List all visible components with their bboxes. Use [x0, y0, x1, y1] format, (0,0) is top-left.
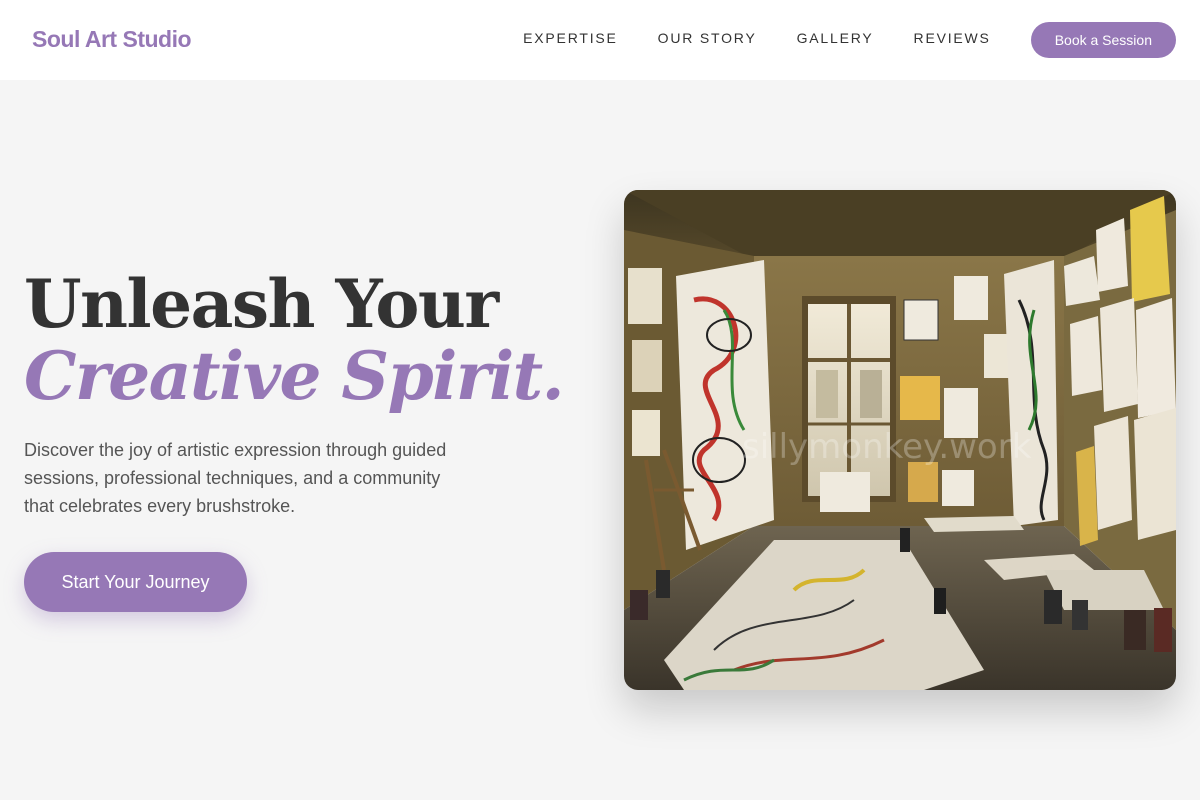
- hero-title-line-1: Unleash Your: [24, 265, 499, 343]
- brand-logo[interactable]: Soul Art Studio: [32, 26, 192, 53]
- nav-link-our-story[interactable]: OUR STORY: [658, 30, 757, 46]
- hero-description: Discover the joy of artistic expression …: [24, 440, 447, 516]
- start-journey-button[interactable]: Start Your Journey: [24, 552, 247, 612]
- nav-link-gallery[interactable]: GALLERY: [797, 30, 874, 46]
- nav-link-reviews[interactable]: REVIEWS: [914, 30, 991, 46]
- hero-title-line-2: Creative Spirit.: [24, 337, 565, 415]
- svg-text:sillymonkey.work: sillymonkey.work: [742, 427, 1032, 467]
- nav-link-expertise[interactable]: EXPERTISE: [523, 30, 618, 46]
- hero-title: Unleash Your Creative Spirit.: [24, 265, 565, 415]
- main-nav: EXPERTISE OUR STORY GALLERY REVIEWS Book…: [523, 0, 1176, 80]
- book-session-button[interactable]: Book a Session: [1030, 22, 1176, 58]
- site-header: Soul Art Studio EXPERTISE OUR STORY GALL…: [0, 0, 1200, 80]
- hero-image-art-studio: sillymonkey.work: [624, 190, 1176, 690]
